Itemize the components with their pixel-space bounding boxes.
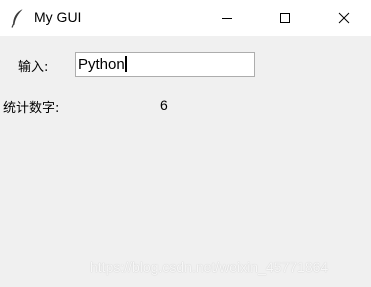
text-entry[interactable]: Python xyxy=(75,52,255,77)
count-label: 统计数字: xyxy=(3,101,60,116)
maximize-icon xyxy=(279,9,291,28)
title-bar[interactable]: My GUI xyxy=(0,0,371,36)
input-label: 输入: xyxy=(18,60,49,75)
text-caret xyxy=(124,56,127,72)
app-window: My GUI 输入: Python 统计数字: 6 https://blog.c… xyxy=(0,0,371,287)
watermark-text: https://blog.csdn.net/weixin_45771864 xyxy=(90,259,329,275)
minimize-icon xyxy=(221,9,233,28)
close-icon xyxy=(338,9,350,28)
entry-text: Python xyxy=(78,56,125,73)
count-value: 6 xyxy=(160,97,168,113)
feather-icon xyxy=(10,8,26,28)
minimize-button[interactable] xyxy=(204,0,250,36)
window-title: My GUI xyxy=(34,9,82,25)
maximize-button[interactable] xyxy=(262,0,308,36)
close-button[interactable] xyxy=(321,0,367,36)
